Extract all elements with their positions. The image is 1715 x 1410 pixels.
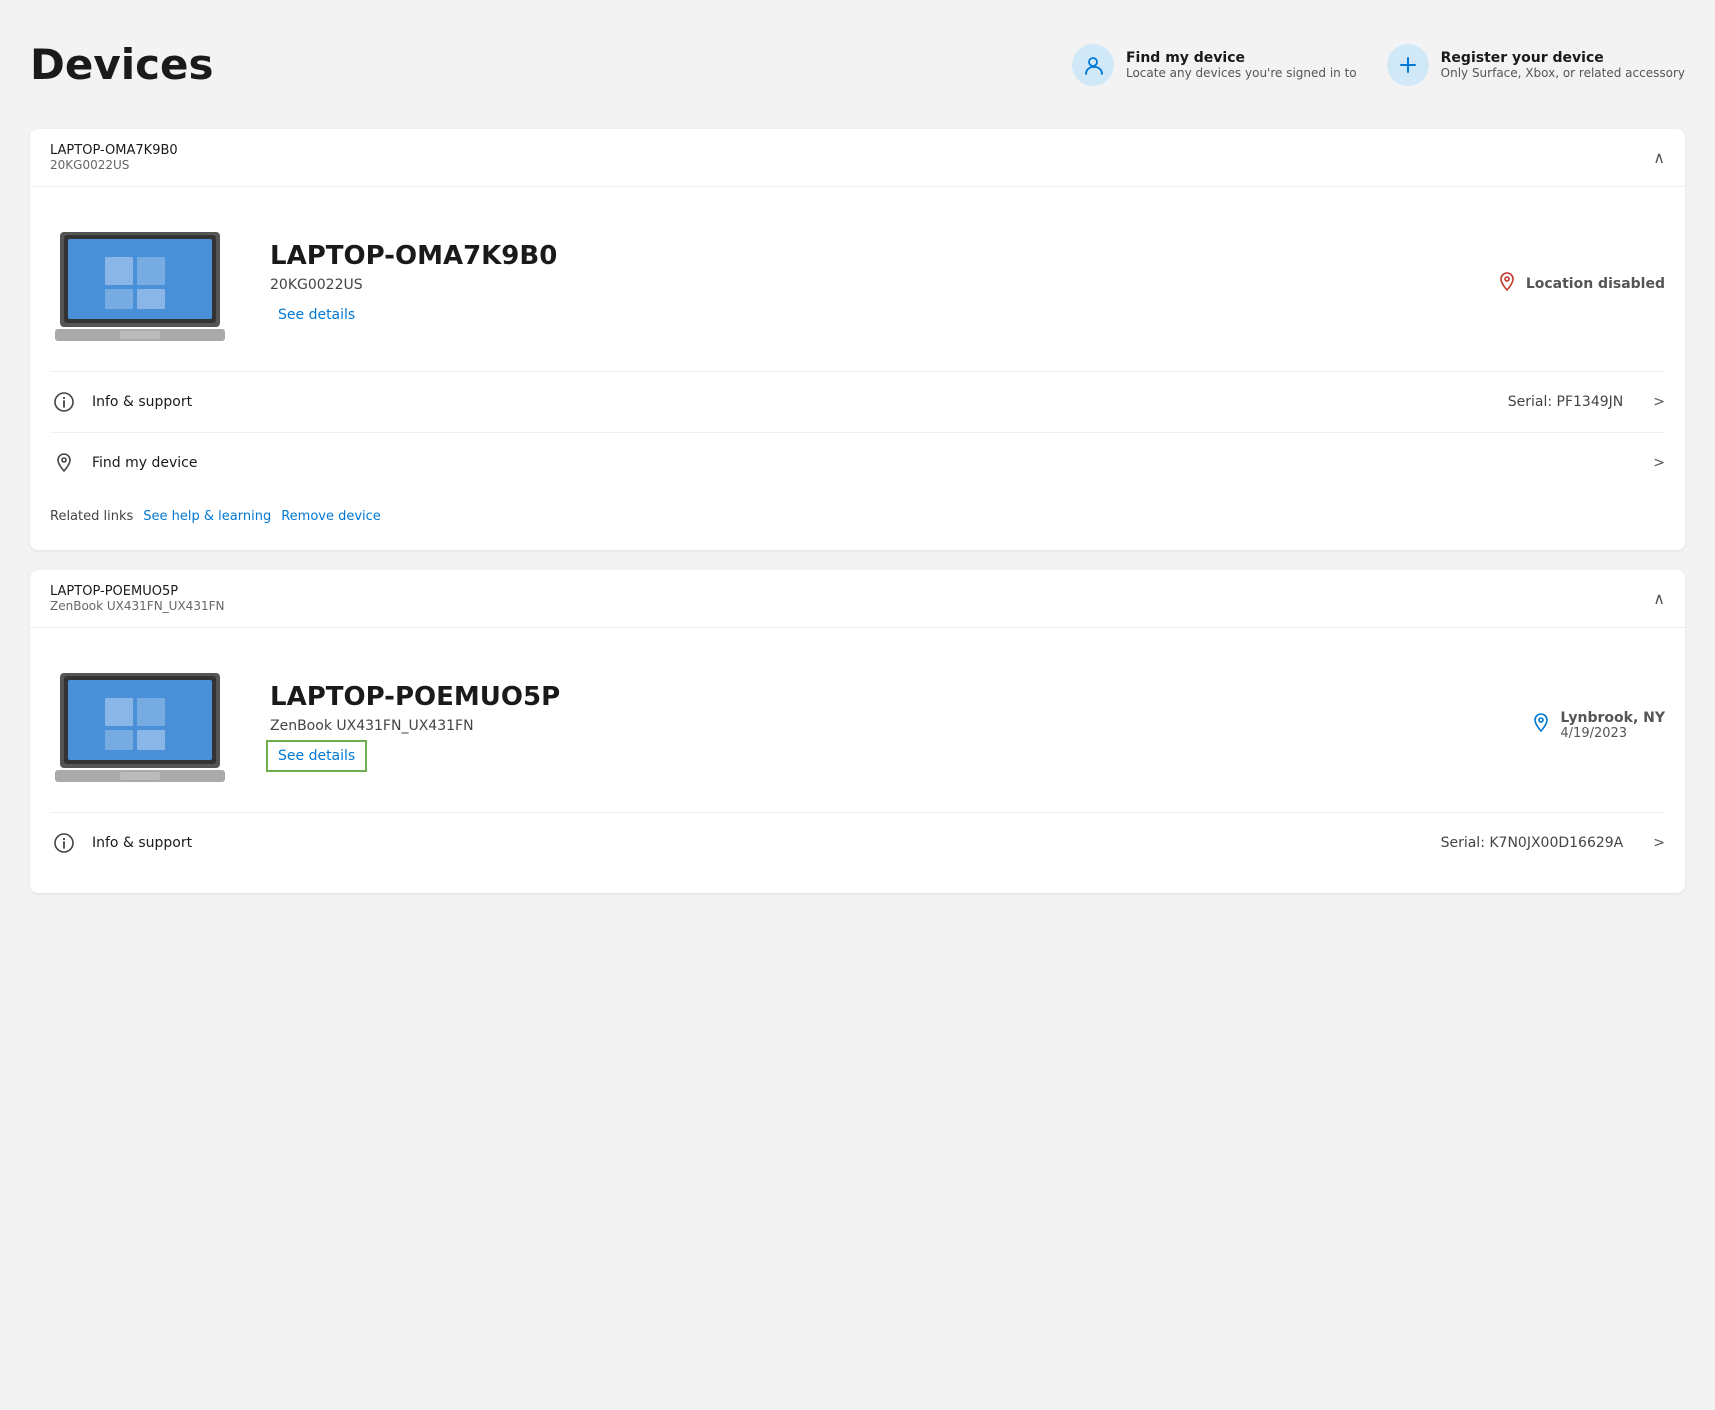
register-device-subtitle: Only Surface, Xbox, or related accessory xyxy=(1441,66,1685,80)
related-links-1: Related links See help & learning Remove… xyxy=(50,493,1665,530)
see-details-link-2[interactable]: See details xyxy=(270,744,363,768)
register-device-title: Register your device xyxy=(1441,50,1685,66)
info-icon-2 xyxy=(50,829,78,857)
device-card-1: LAPTOP-OMA7K9B0 20KG0022US ∧ xyxy=(30,129,1685,550)
find-device-title: Find my device xyxy=(1126,50,1357,66)
device-card-header-2[interactable]: LAPTOP-POEMUO5P ZenBook UX431FN_UX431FN … xyxy=(30,570,1685,628)
device-location-2: Lynbrook, NY 4/19/2023 xyxy=(1530,710,1665,741)
serial-1: Serial: PF1349JN xyxy=(1508,394,1624,410)
device-main-info-2: LAPTOP-POEMUO5P ZenBook UX431FN_UX431FN … xyxy=(50,658,1665,792)
row-chevron-3: > xyxy=(1653,835,1665,851)
device-card-2: LAPTOP-POEMUO5P ZenBook UX431FN_UX431FN … xyxy=(30,570,1685,893)
serial-2: Serial: K7N0JX00D16629A xyxy=(1441,835,1624,851)
location-text-2: Lynbrook, NY xyxy=(1560,710,1665,726)
device-name-small-2: LAPTOP-POEMUO5P xyxy=(50,584,224,599)
device-model-small-1: 20KG0022US xyxy=(50,158,178,172)
row-chevron-1: > xyxy=(1653,394,1665,410)
location-pin-icon-2 xyxy=(1530,712,1552,739)
device-card-body-1: LAPTOP-OMA7K9B0 20KG0022US See details L… xyxy=(30,187,1685,550)
remove-device-link-1[interactable]: Remove device xyxy=(281,509,381,524)
device-image-1 xyxy=(50,217,230,351)
page-title: Devices xyxy=(30,40,214,89)
header-actions: Find my device Locate any devices you're… xyxy=(1072,44,1685,86)
device-card-header-1[interactable]: LAPTOP-OMA7K9B0 20KG0022US ∧ xyxy=(30,129,1685,187)
register-device-action[interactable]: Register your device Only Surface, Xbox,… xyxy=(1387,44,1685,86)
device-name-small-1: LAPTOP-OMA7K9B0 xyxy=(50,143,178,158)
info-icon-1 xyxy=(50,388,78,416)
find-my-device-action[interactable]: Find my device Locate any devices you're… xyxy=(1072,44,1357,86)
find-device-label-1: Find my device xyxy=(92,455,198,471)
device-main-name-1: LAPTOP-OMA7K9B0 xyxy=(270,241,1456,271)
location-text-1: Location disabled xyxy=(1526,276,1665,292)
row-chevron-2: > xyxy=(1653,455,1665,471)
pin-icon-1 xyxy=(50,449,78,477)
device-rows-2: Info & support Serial: K7N0JX00D16629A > xyxy=(50,812,1665,873)
device-model-small-2: ZenBook UX431FN_UX431FN xyxy=(50,599,224,613)
find-device-subtitle: Locate any devices you're signed in to xyxy=(1126,66,1357,80)
device-card-body-2: LAPTOP-POEMUO5P ZenBook UX431FN_UX431FN … xyxy=(30,628,1685,893)
info-support-label-2: Info & support xyxy=(92,835,192,851)
device-location-1: Location disabled xyxy=(1496,271,1665,298)
chevron-up-icon-2: ∧ xyxy=(1653,589,1665,608)
device-rows-1: Info & support Serial: PF1349JN > Find m… xyxy=(50,371,1665,493)
device-image-2 xyxy=(50,658,230,792)
info-support-row-2[interactable]: Info & support Serial: K7N0JX00D16629A > xyxy=(50,813,1665,873)
device-main-model-2: ZenBook UX431FN_UX431FN xyxy=(270,718,1490,734)
register-device-icon xyxy=(1387,44,1429,86)
see-details-link-1[interactable]: See details xyxy=(270,303,363,327)
chevron-up-icon-1: ∧ xyxy=(1653,148,1665,167)
device-details-2: LAPTOP-POEMUO5P ZenBook UX431FN_UX431FN … xyxy=(270,682,1490,768)
find-my-device-icon xyxy=(1072,44,1114,86)
device-main-info-1: LAPTOP-OMA7K9B0 20KG0022US See details L… xyxy=(50,217,1665,351)
device-main-model-1: 20KG0022US xyxy=(270,277,1456,293)
info-support-row-1[interactable]: Info & support Serial: PF1349JN > xyxy=(50,372,1665,433)
see-help-learning-link-1[interactable]: See help & learning xyxy=(143,509,271,524)
info-support-label-1: Info & support xyxy=(92,394,192,410)
device-details-1: LAPTOP-OMA7K9B0 20KG0022US See details xyxy=(270,241,1456,327)
location-pin-icon-1 xyxy=(1496,271,1518,298)
page-header: Devices Find my device Locate any device… xyxy=(30,40,1685,89)
location-date-2: 4/19/2023 xyxy=(1560,726,1665,741)
find-device-row-1[interactable]: Find my device > xyxy=(50,433,1665,493)
related-links-label-1: Related links xyxy=(50,509,133,524)
device-main-name-2: LAPTOP-POEMUO5P xyxy=(270,682,1490,712)
